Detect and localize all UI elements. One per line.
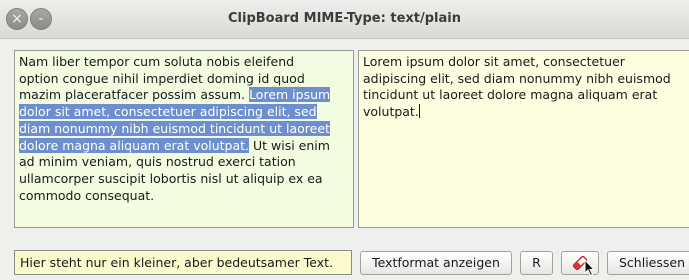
close-button[interactable]: Schliessen [607, 251, 689, 275]
info-text-field[interactable] [14, 250, 352, 275]
mouse-pointer-icon [584, 259, 596, 277]
r-button[interactable]: R [520, 251, 553, 275]
source-text-area[interactable]: Nam liber tempor cum soluta nobis eleife… [14, 50, 354, 228]
window-title: ClipBoard MIME-Type: text/plain [228, 11, 461, 26]
show-textformat-button[interactable]: Textformat anzeigen [360, 251, 512, 275]
title-bar: × - ClipBoard MIME-Type: text/plain [0, 0, 689, 39]
clipboard-text: Lorem ipsum dolor sit amet, consectetuer… [363, 54, 671, 120]
text-caret [418, 104, 420, 119]
clipboard-text-area[interactable]: Lorem ipsum dolor sit amet, consectetuer… [358, 50, 689, 228]
